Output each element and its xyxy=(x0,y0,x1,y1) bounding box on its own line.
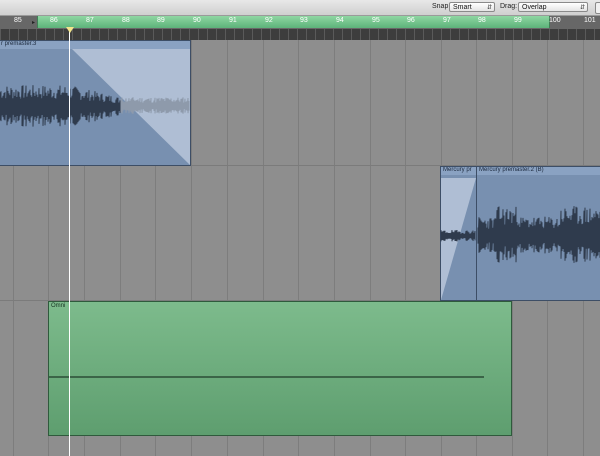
region-overlays xyxy=(0,49,600,378)
waveform xyxy=(0,85,121,127)
waveform xyxy=(477,206,600,263)
playhead[interactable] xyxy=(69,28,70,456)
playhead-handle[interactable] xyxy=(66,27,74,33)
